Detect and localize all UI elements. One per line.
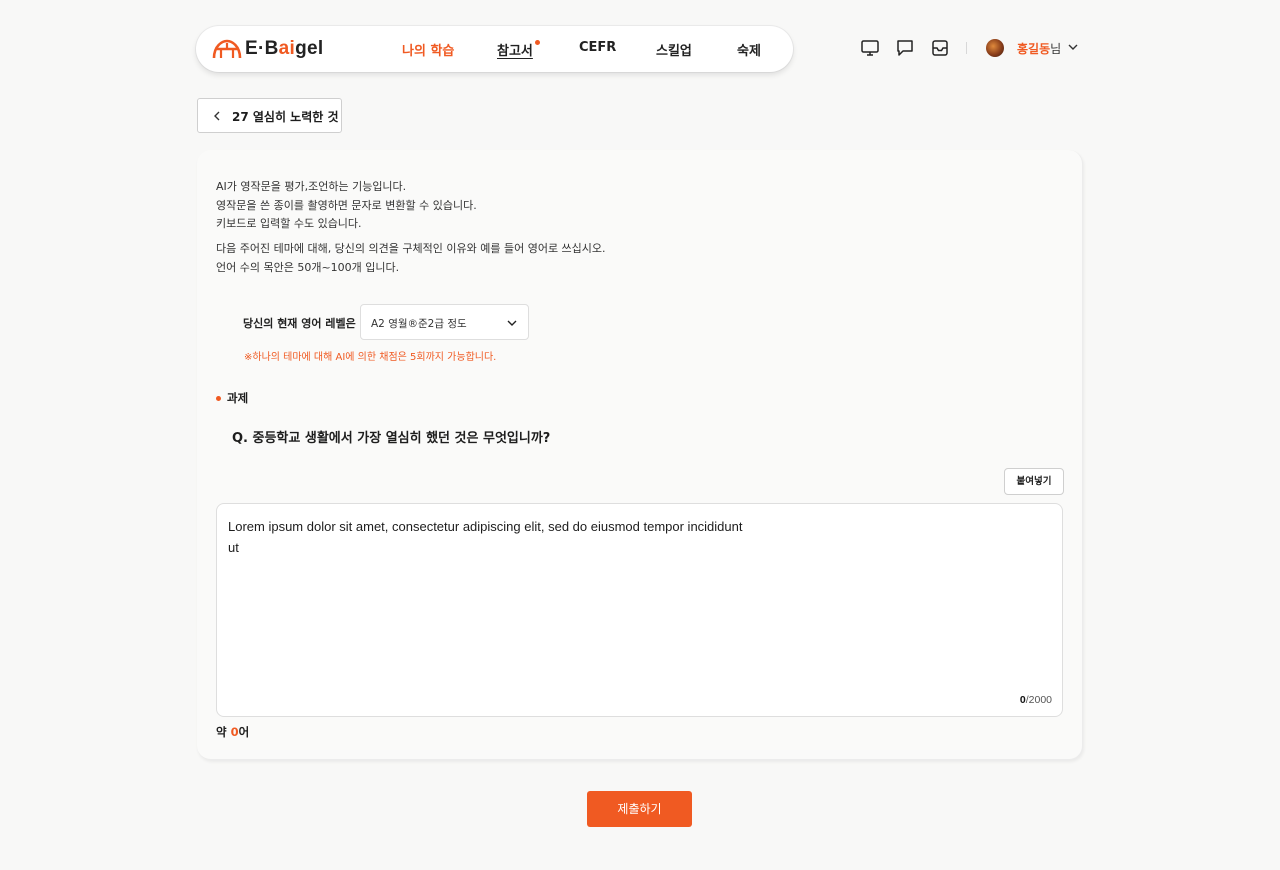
intro-line: 키보드로 입력할 수도 있습니다. bbox=[216, 217, 362, 230]
submit-button[interactable]: 제출하기 bbox=[587, 791, 692, 827]
level-selected-value: A2 영월®준2급 정도 bbox=[371, 318, 467, 330]
logo-mark-icon bbox=[212, 39, 242, 59]
monitor-icon[interactable] bbox=[860, 38, 880, 58]
nav-item-cefr[interactable]: CEFR bbox=[579, 40, 616, 55]
answer-textarea[interactable]: Lorem ipsum dolor sit amet, consectetur … bbox=[216, 503, 1063, 717]
intro-text: AI가 영작문을 평가,조언하는 기능입니다. 영작문을 쓴 종이를 촬영하면 … bbox=[216, 178, 477, 234]
notification-dot bbox=[535, 40, 540, 45]
nav-item-my-learning[interactable]: 나의 학습 bbox=[402, 40, 454, 59]
char-counter: 0/2000 bbox=[1019, 694, 1052, 706]
header-divider bbox=[966, 42, 967, 54]
nav-item-skill-up[interactable]: 스킬업 bbox=[656, 40, 692, 59]
answer-text[interactable]: Lorem ipsum dolor sit amet, consectetur … bbox=[228, 516, 748, 558]
logo[interactable]: E·Baigel bbox=[212, 38, 323, 60]
intro-line: AI가 영작문을 평가,조언하는 기능입니다. bbox=[216, 180, 407, 193]
chat-icon[interactable] bbox=[895, 38, 915, 58]
instructions-text: 다음 주어진 테마에 대해, 당신의 의견을 구체적인 이유와 예를 들어 영어… bbox=[216, 240, 606, 277]
chevron-down-icon[interactable] bbox=[1067, 41, 1079, 53]
task-title: 과제 bbox=[227, 391, 249, 405]
main-nav: E·Baigel bbox=[196, 26, 793, 72]
back-button[interactable]: 27 열심히 노력한 것 bbox=[197, 98, 342, 133]
logo-text: E·Baigel bbox=[245, 38, 324, 59]
scoring-limit-notice: ※하나의 테마에 대해 AI에 의한 채점은 5회까지 가능합니다. bbox=[244, 352, 497, 363]
level-label: 당신의 현재 영어 레벨은 bbox=[243, 317, 356, 330]
instruction-line: 언어 수의 목안은 50개~100개 입니다. bbox=[216, 260, 400, 274]
inbox-icon[interactable] bbox=[930, 38, 950, 58]
intro-line: 영작문을 쓴 종이를 촬영하면 문자로 변환할 수 있습니다. bbox=[216, 198, 477, 212]
instruction-line: 다음 주어진 테마에 대해, 당신의 의견을 구체적인 이유와 예를 들어 영어… bbox=[216, 242, 606, 255]
chevron-down-icon bbox=[507, 320, 517, 326]
back-button-label: 27 열심히 노력한 것 bbox=[232, 110, 339, 124]
nav-item-homework[interactable]: 숙제 bbox=[737, 40, 761, 59]
chevron-left-icon bbox=[214, 111, 220, 121]
level-select[interactable]: A2 영월®준2급 정도 bbox=[360, 304, 529, 340]
bullet-dot bbox=[216, 396, 221, 401]
nav-item-reference[interactable]: 참고서 bbox=[497, 40, 533, 59]
word-count: 약 0어 bbox=[216, 725, 250, 739]
avatar[interactable] bbox=[986, 39, 1004, 57]
user-name[interactable]: 홍길동님 bbox=[1017, 40, 1061, 57]
task-question: Q. 중등학교 생활에서 가장 열심히 했던 것은 무엇입니까? bbox=[232, 431, 551, 446]
paste-button[interactable]: 붙여넣기 bbox=[1004, 468, 1064, 495]
